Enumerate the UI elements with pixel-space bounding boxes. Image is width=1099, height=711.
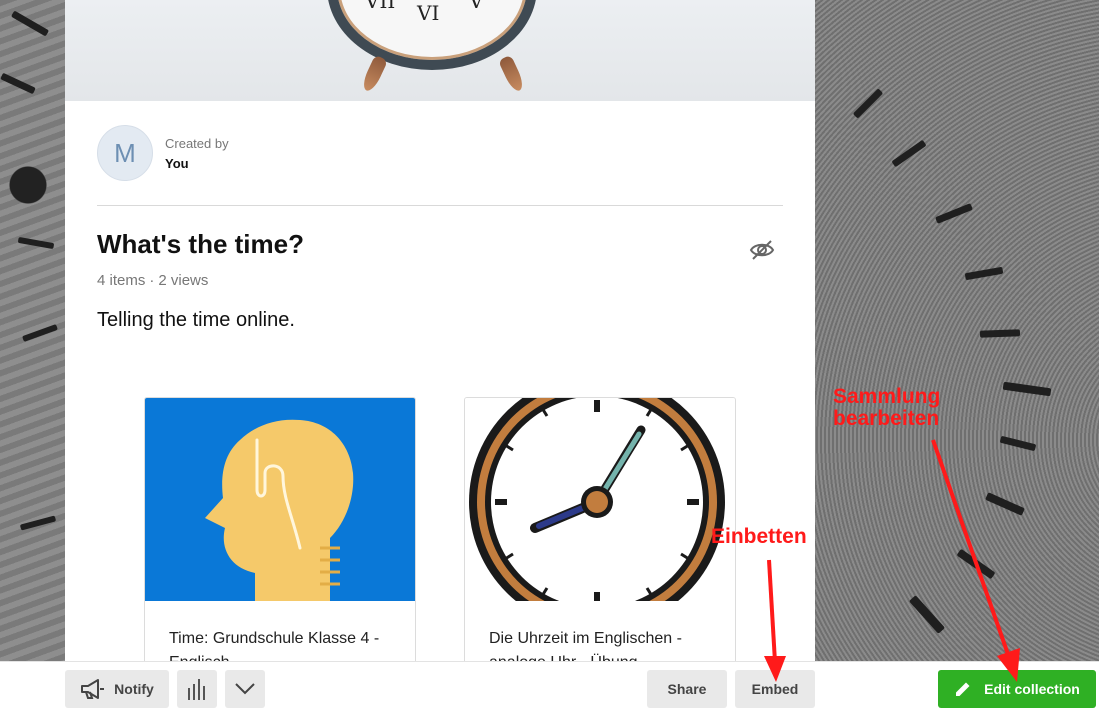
divider bbox=[97, 205, 783, 206]
bar-chart-icon bbox=[188, 679, 205, 700]
megaphone-icon bbox=[81, 679, 105, 699]
annotation-edit-line1: Sammlung bbox=[833, 385, 941, 408]
share-button[interactable]: Share bbox=[647, 670, 727, 708]
notify-label: Notify bbox=[114, 681, 154, 697]
collection-title: What's the time? bbox=[97, 229, 304, 259]
head-icon bbox=[145, 398, 415, 601]
chevron-down-icon bbox=[235, 683, 255, 695]
eye-off-icon[interactable] bbox=[749, 238, 775, 262]
items-count: 4 items bbox=[97, 272, 146, 289]
views-count: 2 views bbox=[158, 272, 209, 289]
collection-item[interactable]: Time: Grundschule Klasse 4 - Englisch bbox=[144, 397, 416, 661]
more-options-button[interactable] bbox=[225, 670, 265, 708]
annotation-edit: Sammlung bearbeiten bbox=[833, 386, 940, 430]
annotation-embed: Einbetten bbox=[711, 525, 807, 548]
collection-item[interactable]: Die Uhrzeit im Englischen - analoge Uhr … bbox=[464, 397, 736, 661]
embed-button[interactable]: Embed bbox=[735, 670, 815, 708]
author-block: M Created by You bbox=[97, 125, 229, 181]
item-title[interactable]: Die Uhrzeit im Englischen - analoge Uhr … bbox=[489, 627, 719, 661]
background-photo-left bbox=[0, 0, 65, 711]
collection-meta: 4 items · 2 views bbox=[97, 272, 208, 289]
bottom-toolbar: Notify Share Embed Edit collection bbox=[0, 661, 1099, 711]
edit-collection-button[interactable]: Edit collection bbox=[938, 670, 1096, 708]
collection-description: Telling the time online. bbox=[97, 309, 295, 331]
collection-cover-image: VII VI V IV VIII bbox=[65, 0, 815, 101]
item-title[interactable]: Time: Grundschule Klasse 4 - Englisch bbox=[169, 627, 399, 661]
edit-collection-label: Edit collection bbox=[984, 681, 1080, 697]
created-by-label: Created by bbox=[165, 135, 229, 151]
creator-name[interactable]: You bbox=[165, 156, 229, 171]
notify-button[interactable]: Notify bbox=[65, 670, 169, 708]
stats-button[interactable] bbox=[177, 670, 217, 708]
avatar: M bbox=[97, 125, 153, 181]
clock-icon bbox=[465, 398, 735, 601]
collection-card: VII VI V IV VIII M Created by You What's… bbox=[65, 0, 815, 661]
meta-separator: · bbox=[149, 272, 155, 289]
pencil-icon bbox=[956, 682, 970, 696]
annotation-edit-line2: bearbeiten bbox=[833, 407, 940, 430]
